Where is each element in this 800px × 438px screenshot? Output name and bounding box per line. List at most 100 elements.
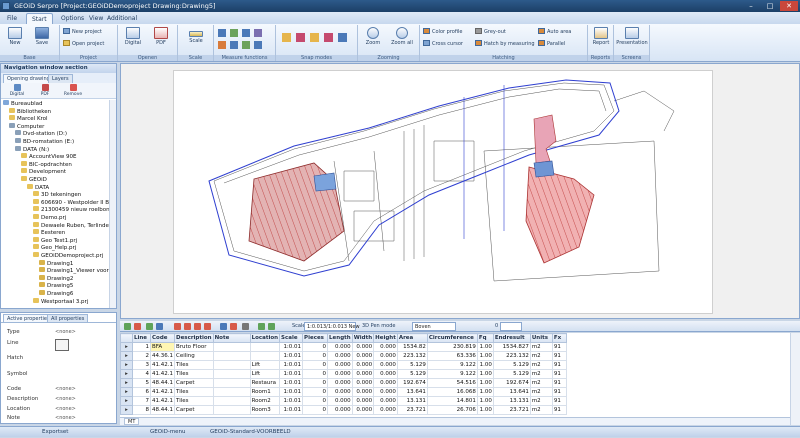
- snap-perpendicular-icon[interactable]: [338, 33, 347, 42]
- table-cell[interactable]: Carpet: [174, 378, 214, 388]
- table-cell[interactable]: Tiles: [174, 360, 214, 370]
- table-cell[interactable]: 13.131: [396, 396, 428, 406]
- table-cell[interactable]: 0.000: [351, 369, 375, 379]
- column-header[interactable]: Endresult: [492, 333, 531, 343]
- status-standard[interactable]: GEOiD-Standard-VOORBEELD: [210, 427, 291, 438]
- move-up-icon[interactable]: [220, 323, 227, 330]
- column-header[interactable]: Code: [150, 333, 175, 343]
- column-header[interactable]: Fq: [476, 333, 494, 343]
- table-cell[interactable]: 0.000: [351, 396, 375, 406]
- undo-icon[interactable]: [258, 323, 265, 330]
- table-cell[interactable]: 230.819: [426, 342, 478, 352]
- close-button[interactable]: ✕: [780, 1, 798, 11]
- table-cell[interactable]: m2: [529, 360, 553, 370]
- table-cell[interactable]: 14.801: [426, 396, 478, 406]
- column-header[interactable]: Line: [132, 333, 151, 343]
- column-header[interactable]: Note: [212, 333, 251, 343]
- table-cell[interactable]: Tiles: [174, 387, 214, 397]
- table-cell[interactable]: 91: [551, 387, 567, 397]
- table-cell[interactable]: 5: [132, 378, 151, 388]
- presentation-button[interactable]: Presentation: [616, 27, 648, 46]
- table-cell[interactable]: 0.000: [373, 378, 398, 388]
- nav-pdf-button[interactable]: PDF: [35, 84, 55, 97]
- table-cell[interactable]: 0.000: [373, 387, 398, 397]
- scale-select[interactable]: 1:0.013/1:0.013 New: [304, 322, 360, 331]
- measure-circle-icon[interactable]: [230, 41, 238, 49]
- table-row[interactable]: ▸ 1 BFA Bruto Floor 1:0.01 0 0.000 0.000 0.000 15…: [120, 342, 567, 352]
- color-profile-button[interactable]: Color profile: [423, 28, 462, 35]
- parallel-button[interactable]: Parallel: [538, 40, 565, 47]
- table-cell[interactable]: 1:0.01: [279, 342, 304, 352]
- table-cell[interactable]: 5.129: [396, 360, 428, 370]
- table-cell[interactable]: [212, 396, 251, 406]
- table-cell[interactable]: 1.00: [476, 396, 494, 406]
- table-cell[interactable]: 91: [551, 405, 567, 415]
- settings-icon[interactable]: [242, 323, 249, 330]
- pdf-button[interactable]: PDF: [149, 27, 173, 46]
- table-cell[interactable]: 223.132: [396, 351, 428, 361]
- table-cell[interactable]: [212, 387, 251, 397]
- table-cell[interactable]: 41.42.1: [150, 369, 175, 379]
- table-cell[interactable]: 1.00: [476, 378, 494, 388]
- remove-all-icon[interactable]: [184, 323, 191, 330]
- table-row[interactable]: ▸ 6 41.42.1 Tiles Room1 1:0.01 0 0.000 0.000 0.00…: [120, 387, 567, 397]
- maximize-button[interactable]: □: [761, 1, 779, 11]
- table-cell[interactable]: 41.42.1: [150, 387, 175, 397]
- table-row[interactable]: ▸ 2 44.36.1 Ceiling 1:0.01 0 0.000 0.000 0.000 22…: [120, 351, 567, 361]
- table-cell[interactable]: 0.000: [327, 351, 353, 361]
- table-cell[interactable]: 26.706: [426, 405, 478, 415]
- table-cell[interactable]: 192.674: [492, 378, 531, 388]
- table-scrollbar[interactable]: [790, 333, 800, 425]
- pen-mode-toggle[interactable]: 3D Pen mode: [362, 322, 395, 331]
- table-cell[interactable]: 8: [132, 405, 151, 415]
- remove-line-icon[interactable]: [204, 323, 211, 330]
- auto-area-button[interactable]: Auto area: [538, 28, 571, 35]
- property-value[interactable]: <none>: [55, 395, 76, 403]
- table-cell[interactable]: [249, 342, 281, 352]
- table-cell[interactable]: m2: [529, 396, 553, 406]
- table-cell[interactable]: 0.000: [373, 351, 398, 361]
- column-header[interactable]: Description: [174, 333, 214, 343]
- view-mode-select[interactable]: Boven: [412, 322, 456, 331]
- grey-out-button[interactable]: Grey-out: [475, 28, 506, 35]
- table-cell[interactable]: Room1: [249, 387, 281, 397]
- remove-item-icon[interactable]: [174, 323, 181, 330]
- table-cell[interactable]: Restaura: [249, 378, 281, 388]
- table-cell[interactable]: Ceiling: [174, 351, 214, 361]
- table-cell[interactable]: 4: [132, 369, 151, 379]
- scale-button[interactable]: Scale: [183, 27, 209, 44]
- table-cell[interactable]: 0.000: [351, 342, 375, 352]
- table-cell[interactable]: 1:0.01: [279, 378, 304, 388]
- table-cell[interactable]: 54.516: [426, 378, 478, 388]
- tree-item[interactable]: Westportaal 3.prj: [33, 297, 88, 306]
- table-cell[interactable]: 0.000: [327, 342, 353, 352]
- table-cell[interactable]: m2: [529, 369, 553, 379]
- table-cell[interactable]: m2: [529, 351, 553, 361]
- add-row-icon[interactable]: [124, 323, 131, 330]
- table-row[interactable]: ▸ 3 41.42.1 Tiles Lift 1:0.01 0 0.000 0.000 0.000…: [120, 360, 567, 370]
- table-cell[interactable]: 192.674: [396, 378, 428, 388]
- measure-arc-icon[interactable]: [242, 41, 250, 49]
- report-button[interactable]: Report: [589, 27, 613, 46]
- row-header[interactable]: ▸: [120, 396, 133, 406]
- table-cell[interactable]: [212, 405, 251, 415]
- snap-midpoint-icon[interactable]: [296, 33, 305, 42]
- table-cell[interactable]: m2: [529, 387, 553, 397]
- tab-additional[interactable]: Additional: [102, 13, 142, 24]
- table-cell[interactable]: 0.000: [327, 405, 353, 415]
- measure-text-icon[interactable]: [254, 41, 262, 49]
- table-cell[interactable]: 1:0.01: [279, 360, 304, 370]
- cancel-icon[interactable]: [230, 323, 237, 330]
- table-cell[interactable]: 1534.82: [396, 342, 428, 352]
- nav-remove-button[interactable]: Remove: [63, 84, 83, 97]
- table-cell[interactable]: 0.000: [351, 351, 375, 361]
- row-header[interactable]: ▸: [120, 378, 133, 388]
- table-cell[interactable]: 13.641: [492, 387, 531, 397]
- measure-rect-icon[interactable]: [242, 29, 250, 37]
- hatch-by-measuring-button[interactable]: Hatch by measuring: [475, 40, 535, 47]
- row-header[interactable]: ▸: [120, 342, 133, 352]
- property-value[interactable]: <none>: [55, 414, 76, 422]
- table-cell[interactable]: 16.068: [426, 387, 478, 397]
- table-cell[interactable]: Room2: [249, 396, 281, 406]
- status-exportset[interactable]: Exportset: [42, 427, 68, 438]
